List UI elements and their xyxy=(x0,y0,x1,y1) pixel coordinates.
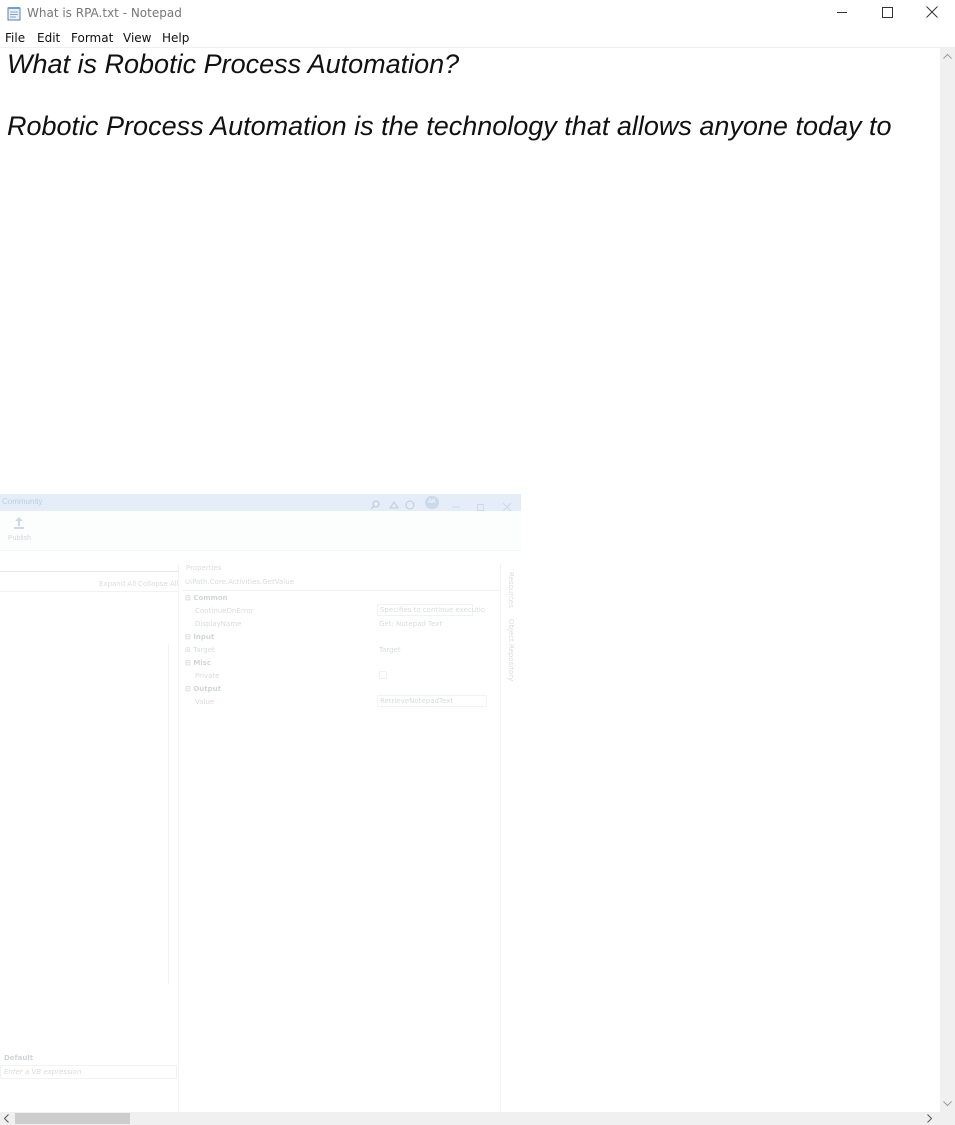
expression-placeholder: Enter a VB expression xyxy=(4,1068,82,1076)
close-icon xyxy=(926,5,938,23)
private-checkbox[interactable] xyxy=(379,671,387,679)
continue-on-error-field[interactable]: Specifies to continue executio xyxy=(377,604,485,616)
menu-bar: File Edit Format View Help xyxy=(0,29,955,48)
outline-scrollbar xyxy=(168,644,169,984)
scrollbar-corner xyxy=(940,1112,955,1125)
publish-button[interactable]: Publish xyxy=(8,535,31,542)
property-label: Value xyxy=(195,698,215,706)
property-label: DisplayName xyxy=(195,620,242,628)
overlay-ribbon: Publish xyxy=(0,511,521,551)
properties-header: Properties xyxy=(186,564,222,572)
horizontal-scrollbar[interactable] xyxy=(0,1112,940,1125)
publish-icon xyxy=(12,516,26,535)
tab-resources[interactable]: Resources xyxy=(507,572,515,608)
activity-type: UiPath.Core.Activities.GetValue xyxy=(185,578,294,586)
scroll-left-icon[interactable] xyxy=(3,1114,9,1125)
category-label: Output xyxy=(193,685,221,693)
title-bar: What is RPA.txt - Notepad xyxy=(0,0,955,28)
menu-edit[interactable]: Edit xyxy=(37,31,60,45)
overlay-divider xyxy=(0,571,178,572)
minimize-button[interactable] xyxy=(819,0,865,28)
collapse-all-link[interactable]: Collapse All xyxy=(138,580,179,588)
category-input[interactable]: ⊟ Input xyxy=(185,633,214,641)
menu-format[interactable]: Format xyxy=(71,31,113,45)
value-field[interactable]: RetrieveNotepadText xyxy=(377,695,487,707)
overlay-divider xyxy=(0,591,178,592)
menu-help[interactable]: Help xyxy=(162,31,189,45)
text-line: Robotic Process Automation is the techno… xyxy=(7,111,892,141)
property-value[interactable]: Target xyxy=(379,646,401,654)
overlay-title: Community xyxy=(2,497,43,506)
scroll-right-icon[interactable] xyxy=(927,1114,933,1125)
scroll-up-icon[interactable] xyxy=(943,52,952,61)
tab-object-repository[interactable]: Object Repository xyxy=(507,619,515,681)
property-label: Private xyxy=(195,672,220,680)
overlay-divider xyxy=(178,564,179,1125)
vertical-scrollbar[interactable] xyxy=(940,48,955,1112)
property-label: ⊞ Target xyxy=(185,646,215,654)
category-label: Common xyxy=(193,594,228,602)
expand-all-link[interactable]: Expand All xyxy=(99,580,136,588)
property-value[interactable]: Get: Notepad Text xyxy=(379,620,442,628)
property-label-text: Target xyxy=(193,646,215,654)
category-output[interactable]: ⊟ Output xyxy=(185,685,221,693)
menu-file[interactable]: File xyxy=(5,31,25,45)
notepad-icon xyxy=(7,6,21,21)
notepad-window: What is RPA.txt - Notepad File Edit Form… xyxy=(0,0,955,1125)
scroll-down-icon[interactable] xyxy=(943,1100,952,1109)
minimize-icon xyxy=(836,5,848,23)
expression-input[interactable]: Enter a VB expression xyxy=(0,1065,177,1079)
faded-studio-overlay: Community AK Publish Expand All Collapse… xyxy=(0,494,521,1125)
category-label: Misc xyxy=(193,659,211,667)
category-label: Input xyxy=(193,633,215,641)
text-line: What is Robotic Process Automation? xyxy=(7,49,460,79)
menu-view[interactable]: View xyxy=(123,31,151,45)
window-title: What is RPA.txt - Notepad xyxy=(27,6,182,20)
close-button[interactable] xyxy=(909,0,955,28)
field-placeholder: Specifies to continue executio xyxy=(380,606,486,614)
maximize-button[interactable] xyxy=(864,0,910,28)
user-avatar[interactable]: AK xyxy=(425,496,439,509)
overlay-divider xyxy=(183,590,500,591)
horizontal-scroll-thumb[interactable] xyxy=(15,1113,130,1124)
overlay-divider xyxy=(500,564,501,1125)
bottom-label: Default xyxy=(4,1054,34,1062)
category-misc[interactable]: ⊟ Misc xyxy=(185,659,211,667)
maximize-icon xyxy=(881,5,893,23)
field-value: RetrieveNotepadText xyxy=(380,697,454,705)
category-common[interactable]: ⊟ Common xyxy=(185,594,228,602)
overlay-title-bar: Community AK xyxy=(0,494,521,512)
property-label: ContinueOnError xyxy=(195,607,254,615)
